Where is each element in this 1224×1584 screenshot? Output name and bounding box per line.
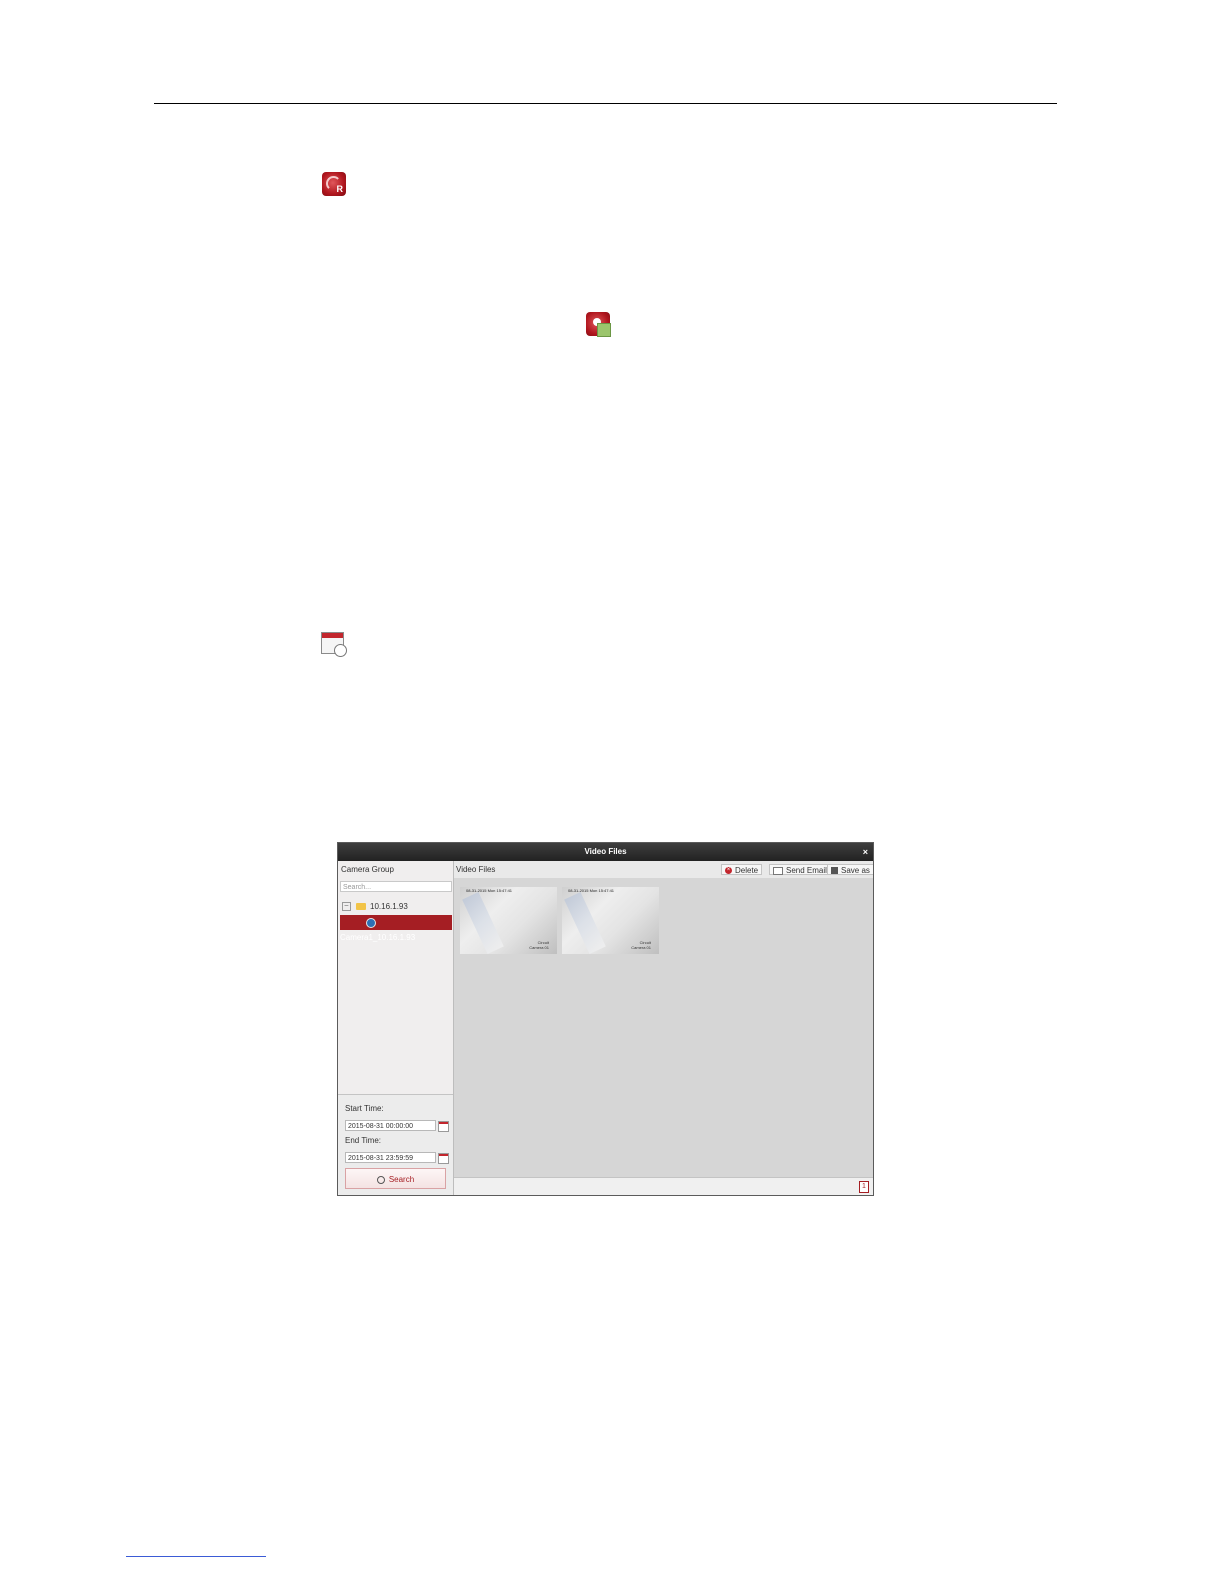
delete-button[interactable]: × Delete xyxy=(721,864,763,875)
video-files-window: Video Files × Camera Group Search... –10… xyxy=(337,842,874,1196)
video-thumbnail[interactable]: 08-31-2015 Mon 15:47:41 Circuit Camera 01 xyxy=(460,887,557,954)
camera-label: Camera1_10.16.1.93 xyxy=(340,933,416,942)
footer-rule xyxy=(126,1556,266,1557)
video-files-toolbar: Video Files × Delete Send Email Save as xyxy=(454,861,873,878)
save-icon xyxy=(831,867,838,875)
camera-icon xyxy=(366,917,376,928)
start-time-field[interactable]: 2015-08-31 00:00:00 xyxy=(345,1120,436,1131)
save-as-button[interactable]: Save as xyxy=(827,864,873,875)
folder-icon xyxy=(356,903,366,911)
calendar-clock-icon xyxy=(321,632,347,657)
thumbnail-timestamp: 08-31-2015 Mon 15:47:41 xyxy=(466,888,513,893)
device-label: 10.16.1.93 xyxy=(370,902,408,911)
video-files-header: Video Files xyxy=(456,865,496,874)
save-as-label: Save as xyxy=(841,866,870,875)
delete-label: Delete xyxy=(735,866,759,875)
video-thumbnail[interactable]: 08-31-2015 Mon 15:47:41 Circuit Camera 01 xyxy=(562,887,659,954)
record-icon: R xyxy=(322,172,346,196)
magnifier-icon xyxy=(376,1175,385,1184)
search-button[interactable]: Search xyxy=(345,1168,446,1189)
thumbnail-timestamp: 08-31-2015 Mon 15:47:41 xyxy=(568,888,615,893)
page-number[interactable]: 1 xyxy=(859,1181,869,1193)
play-record-icon xyxy=(586,312,611,337)
thumbnail-caption: Circuit Camera 01 xyxy=(631,940,651,950)
camera-group-header: Camera Group xyxy=(341,865,394,874)
camera-search-input[interactable]: Search... xyxy=(340,881,452,892)
delete-icon: × xyxy=(725,867,732,875)
window-title: Video Files xyxy=(584,847,627,856)
start-time-label: Start Time: xyxy=(345,1104,384,1113)
window-titlebar: Video Files × xyxy=(338,843,873,861)
time-filter-panel: Start Time: 2015-08-31 00:00:00 End Time… xyxy=(338,1094,453,1195)
close-icon[interactable]: × xyxy=(863,843,868,861)
tree-node-camera[interactable]: Camera1_10.16.1.93 xyxy=(340,915,452,942)
send-email-button[interactable]: Send Email xyxy=(769,864,831,875)
collapse-icon[interactable]: – xyxy=(342,902,351,912)
camera-group-panel: Camera Group Search... – 10.16.1.93 Camer… xyxy=(338,861,454,1195)
end-time-label: End Time: xyxy=(345,1136,382,1145)
calendar-icon[interactable] xyxy=(438,1153,449,1164)
send-email-label: Send Email xyxy=(786,866,827,875)
header-rule xyxy=(154,103,1057,104)
search-button-label: Search xyxy=(388,1175,415,1184)
pagination-bar: 1 xyxy=(454,1177,873,1195)
email-icon xyxy=(773,866,783,875)
end-time-field[interactable]: 2015-08-31 23:59:59 xyxy=(345,1152,436,1163)
thumbnail-caption: Circuit Camera 01 xyxy=(529,940,549,950)
tree-node-device[interactable]: – 10.16.1.93 xyxy=(342,901,408,913)
calendar-icon[interactable] xyxy=(438,1121,449,1132)
